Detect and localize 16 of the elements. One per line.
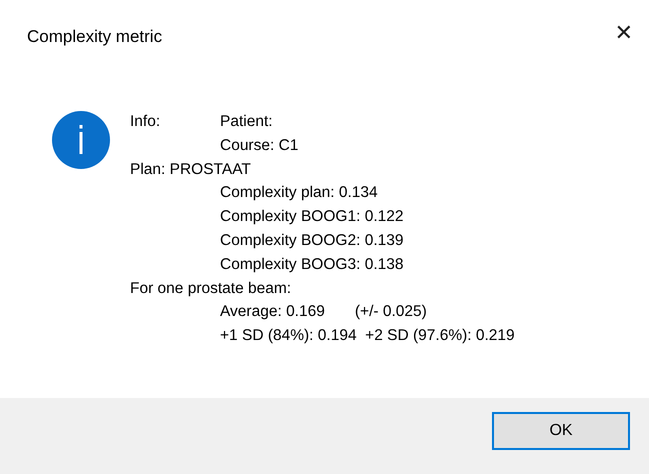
message-text: Complexity BOOG3: 0.138 (220, 254, 404, 275)
message-text: Patient: (220, 112, 273, 132)
message-text: Plan: PROSTAAT (130, 160, 251, 180)
close-button[interactable]: ✕ (606, 21, 641, 46)
message-text: Average: 0.169 (220, 302, 325, 322)
message-text: (+/- 0.025) (354, 302, 427, 322)
message-text: Complexity BOOG1: 0.122 (220, 207, 404, 228)
info-icon (51, 110, 111, 170)
message-text: Complexity BOOG2: 0.139 (220, 230, 404, 251)
message-text: For one prostate beam: (130, 278, 292, 299)
message-text: Info: (130, 112, 162, 132)
ok-button[interactable]: OK (492, 412, 630, 450)
message-text: Course: C1 (220, 136, 298, 156)
window-title: Complexity metric (27, 27, 162, 47)
message-text: Complexity plan: 0.134 (220, 183, 378, 204)
message-text: +1 SD (84%): 0.194 +2 SD (97.6%): 0.219 (220, 326, 515, 346)
